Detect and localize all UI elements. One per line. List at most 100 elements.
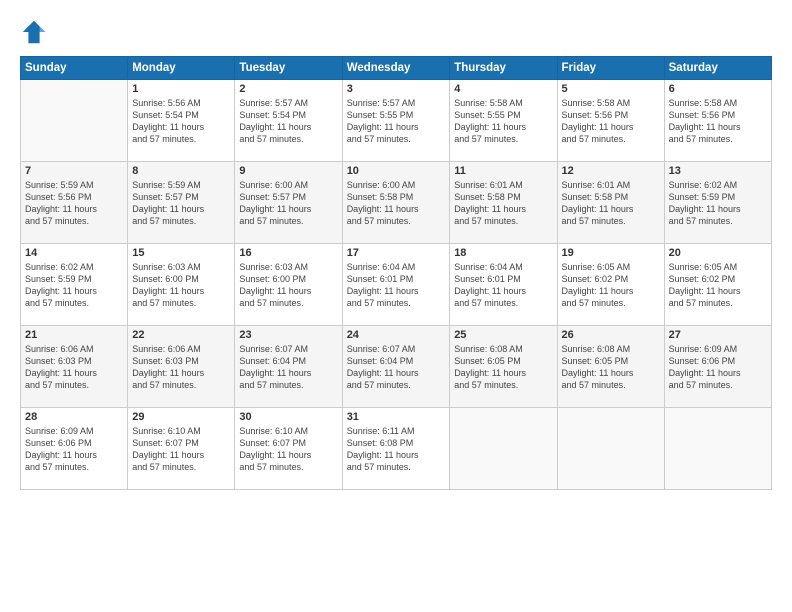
calendar-cell: 9 Sunrise: 6:00 AMSunset: 5:57 PMDaylight… — [235, 162, 342, 244]
day-info: Sunrise: 5:59 AMSunset: 5:56 PMDaylight:… — [25, 179, 123, 228]
day-number: 20 — [669, 247, 767, 259]
day-info: Sunrise: 6:06 AMSunset: 6:03 PMDaylight:… — [25, 343, 123, 392]
day-info: Sunrise: 6:01 AMSunset: 5:58 PMDaylight:… — [562, 179, 660, 228]
day-info: Sunrise: 6:08 AMSunset: 6:05 PMDaylight:… — [454, 343, 552, 392]
week-row-3: 14Sunrise: 6:02 AMSunset: 5:59 PMDayligh… — [21, 244, 772, 326]
weekday-header-thursday: Thursday — [450, 57, 557, 80]
calendar-cell: 31 Sunrise: 6:11 AMSunset: 6:08 PMDayligh… — [342, 408, 450, 490]
day-info: Sunrise: 5:59 AMSunset: 5:57 PMDaylight:… — [132, 179, 230, 228]
day-number: 31 — [347, 411, 446, 423]
calendar-cell: 17Sunrise: 6:04 AMSunset: 6:01 PMDayligh… — [342, 244, 450, 326]
day-info: Sunrise: 6:07 AMSunset: 6:04 PMDaylight:… — [347, 343, 446, 392]
calendar-cell: 5 Sunrise: 5:58 AMSunset: 5:56 PMDaylight… — [557, 80, 664, 162]
calendar-cell: 27 Sunrise: 6:09 AMSunset: 6:06 PMDayligh… — [664, 326, 771, 408]
day-number: 30 — [239, 411, 337, 423]
day-info: Sunrise: 5:57 AMSunset: 5:55 PMDaylight:… — [347, 97, 446, 146]
day-number: 10 — [347, 165, 446, 177]
day-number: 22 — [132, 329, 230, 341]
day-number: 1 — [132, 83, 230, 95]
day-info: Sunrise: 6:02 AMSunset: 5:59 PMDaylight:… — [25, 261, 123, 310]
day-info: Sunrise: 6:09 AMSunset: 6:06 PMDaylight:… — [669, 343, 767, 392]
day-number: 8 — [132, 165, 230, 177]
day-info: Sunrise: 6:10 AMSunset: 6:07 PMDaylight:… — [239, 425, 337, 474]
calendar-cell: 16 Sunrise: 6:03 AMSunset: 6:00 PMDayligh… — [235, 244, 342, 326]
weekday-header-wednesday: Wednesday — [342, 57, 450, 80]
day-number: 12 — [562, 165, 660, 177]
day-number: 5 — [562, 83, 660, 95]
day-info: Sunrise: 6:00 AMSunset: 5:58 PMDaylight:… — [347, 179, 446, 228]
week-row-4: 21 Sunrise: 6:06 AMSunset: 6:03 PMDayligh… — [21, 326, 772, 408]
day-info: Sunrise: 6:11 AMSunset: 6:08 PMDaylight:… — [347, 425, 446, 474]
calendar-cell: 7 Sunrise: 5:59 AMSunset: 5:56 PMDaylight… — [21, 162, 128, 244]
day-number: 29 — [132, 411, 230, 423]
calendar-table: SundayMondayTuesdayWednesdayThursdayFrid… — [20, 56, 772, 490]
page: SundayMondayTuesdayWednesdayThursdayFrid… — [0, 0, 792, 612]
day-number: 26 — [562, 329, 660, 341]
calendar-cell: 12 Sunrise: 6:01 AMSunset: 5:58 PMDayligh… — [557, 162, 664, 244]
day-number: 18 — [454, 247, 552, 259]
day-number: 7 — [25, 165, 123, 177]
logo — [20, 18, 52, 46]
calendar-cell: 6Sunrise: 5:58 AMSunset: 5:56 PMDaylight… — [664, 80, 771, 162]
week-row-1: 1 Sunrise: 5:56 AMSunset: 5:54 PMDaylight… — [21, 80, 772, 162]
day-info: Sunrise: 6:07 AMSunset: 6:04 PMDaylight:… — [239, 343, 337, 392]
day-info: Sunrise: 6:08 AMSunset: 6:05 PMDaylight:… — [562, 343, 660, 392]
day-info: Sunrise: 5:57 AMSunset: 5:54 PMDaylight:… — [239, 97, 337, 146]
calendar-cell: 10 Sunrise: 6:00 AMSunset: 5:58 PMDayligh… — [342, 162, 450, 244]
day-number: 13 — [669, 165, 767, 177]
calendar-cell: 20 Sunrise: 6:05 AMSunset: 6:02 PMDayligh… — [664, 244, 771, 326]
day-number: 3 — [347, 83, 446, 95]
day-number: 24 — [347, 329, 446, 341]
day-number: 4 — [454, 83, 552, 95]
calendar-cell: 30 Sunrise: 6:10 AMSunset: 6:07 PMDayligh… — [235, 408, 342, 490]
day-number: 21 — [25, 329, 123, 341]
day-info: Sunrise: 6:10 AMSunset: 6:07 PMDaylight:… — [132, 425, 230, 474]
calendar-cell — [557, 408, 664, 490]
calendar-cell: 24 Sunrise: 6:07 AMSunset: 6:04 PMDayligh… — [342, 326, 450, 408]
day-number: 23 — [239, 329, 337, 341]
calendar-cell: 1 Sunrise: 5:56 AMSunset: 5:54 PMDaylight… — [128, 80, 235, 162]
day-info: Sunrise: 5:58 AMSunset: 5:56 PMDaylight:… — [562, 97, 660, 146]
day-number: 19 — [562, 247, 660, 259]
day-number: 28 — [25, 411, 123, 423]
calendar-cell — [664, 408, 771, 490]
calendar-cell: 29 Sunrise: 6:10 AMSunset: 6:07 PMDayligh… — [128, 408, 235, 490]
calendar-cell: 2Sunrise: 5:57 AMSunset: 5:54 PMDaylight… — [235, 80, 342, 162]
day-info: Sunrise: 6:00 AMSunset: 5:57 PMDaylight:… — [239, 179, 337, 228]
calendar-cell: 14Sunrise: 6:02 AMSunset: 5:59 PMDayligh… — [21, 244, 128, 326]
day-info: Sunrise: 5:56 AMSunset: 5:54 PMDaylight:… — [132, 97, 230, 146]
day-info: Sunrise: 6:06 AMSunset: 6:03 PMDaylight:… — [132, 343, 230, 392]
day-number: 15 — [132, 247, 230, 259]
day-info: Sunrise: 6:04 AMSunset: 6:01 PMDaylight:… — [347, 261, 446, 310]
day-info: Sunrise: 6:05 AMSunset: 6:02 PMDaylight:… — [669, 261, 767, 310]
day-number: 16 — [239, 247, 337, 259]
day-number: 6 — [669, 83, 767, 95]
weekday-header-saturday: Saturday — [664, 57, 771, 80]
weekday-header-friday: Friday — [557, 57, 664, 80]
calendar-cell: 26 Sunrise: 6:08 AMSunset: 6:05 PMDayligh… — [557, 326, 664, 408]
day-info: Sunrise: 5:58 AMSunset: 5:55 PMDaylight:… — [454, 97, 552, 146]
calendar-cell — [21, 80, 128, 162]
calendar-cell: 19 Sunrise: 6:05 AMSunset: 6:02 PMDayligh… — [557, 244, 664, 326]
day-info: Sunrise: 6:01 AMSunset: 5:58 PMDaylight:… — [454, 179, 552, 228]
weekday-header-sunday: Sunday — [21, 57, 128, 80]
calendar-cell: 4 Sunrise: 5:58 AMSunset: 5:55 PMDaylight… — [450, 80, 557, 162]
calendar-cell: 25Sunrise: 6:08 AMSunset: 6:05 PMDayligh… — [450, 326, 557, 408]
calendar-cell — [450, 408, 557, 490]
week-row-2: 7 Sunrise: 5:59 AMSunset: 5:56 PMDaylight… — [21, 162, 772, 244]
weekday-header-monday: Monday — [128, 57, 235, 80]
calendar-cell: 11Sunrise: 6:01 AMSunset: 5:58 PMDayligh… — [450, 162, 557, 244]
calendar-cell: 28 Sunrise: 6:09 AMSunset: 6:06 PMDayligh… — [21, 408, 128, 490]
day-info: Sunrise: 6:03 AMSunset: 6:00 PMDaylight:… — [239, 261, 337, 310]
day-number: 27 — [669, 329, 767, 341]
calendar-cell: 15Sunrise: 6:03 AMSunset: 6:00 PMDayligh… — [128, 244, 235, 326]
day-info: Sunrise: 6:09 AMSunset: 6:06 PMDaylight:… — [25, 425, 123, 474]
day-info: Sunrise: 6:02 AMSunset: 5:59 PMDaylight:… — [669, 179, 767, 228]
calendar-cell: 3 Sunrise: 5:57 AMSunset: 5:55 PMDaylight… — [342, 80, 450, 162]
calendar-cell: 18Sunrise: 6:04 AMSunset: 6:01 PMDayligh… — [450, 244, 557, 326]
calendar-cell: 13 Sunrise: 6:02 AMSunset: 5:59 PMDayligh… — [664, 162, 771, 244]
day-info: Sunrise: 6:05 AMSunset: 6:02 PMDaylight:… — [562, 261, 660, 310]
week-row-5: 28 Sunrise: 6:09 AMSunset: 6:06 PMDayligh… — [21, 408, 772, 490]
day-number: 9 — [239, 165, 337, 177]
logo-icon — [20, 18, 48, 46]
